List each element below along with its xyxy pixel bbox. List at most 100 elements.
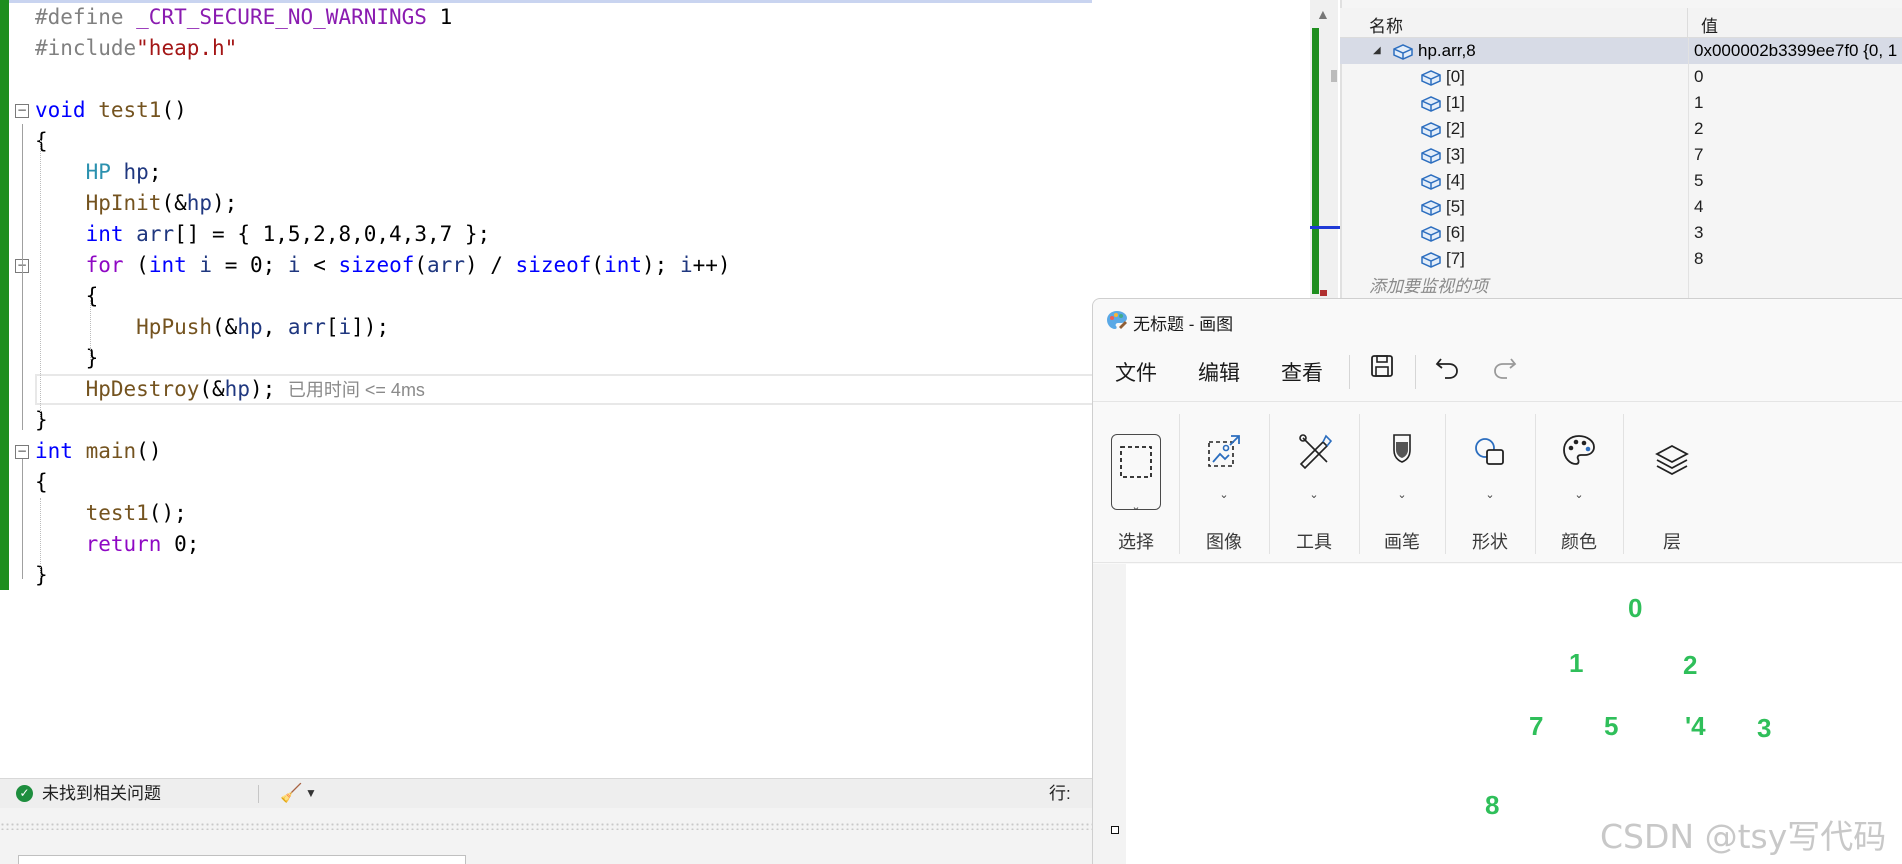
- add-watch-input[interactable]: 添加要监视的项: [1369, 272, 1488, 297]
- watch-item-row[interactable]: [1] 1: [1340, 90, 1902, 116]
- code-line[interactable]: #define _CRT_SECURE_NO_WARNINGS 1: [0, 2, 1092, 33]
- undo-icon[interactable]: [1433, 353, 1461, 386]
- broom-icon[interactable]: 🧹: [280, 779, 302, 808]
- tool-layers[interactable]: 层: [1623, 412, 1721, 557]
- heap-node-4: 5: [1604, 711, 1619, 741]
- canvas-resize-handle[interactable]: [1111, 826, 1119, 834]
- menu-file[interactable]: 文件: [1115, 357, 1157, 387]
- code-line-text: #include"heap.h": [35, 33, 237, 64]
- column-header-name[interactable]: 名称: [1369, 12, 1403, 37]
- indent-guide-main: [40, 498, 41, 578]
- code-token: = 0;: [212, 253, 288, 277]
- code-line[interactable]: − for (int i = 0; i < sizeof(arr) / size…: [0, 250, 1092, 281]
- code-line-text: int arr[] = { 1,5,2,8,0,4,3,7 };: [35, 219, 491, 250]
- menu-edit[interactable]: 编辑: [1198, 357, 1240, 387]
- chevron-down-icon[interactable]: ⌄: [1219, 488, 1228, 501]
- code-line[interactable]: − int main(): [0, 436, 1092, 467]
- code-line[interactable]: HpInit(&hp);: [0, 188, 1092, 219]
- code-token: ]);: [351, 315, 390, 339]
- code-token: (&: [161, 191, 187, 215]
- check-circle-icon: ✓: [16, 785, 33, 802]
- code-token: ,: [262, 315, 288, 339]
- watch-item-value: 0: [1694, 67, 1704, 86]
- code-token: i: [287, 253, 301, 277]
- brush-icon: [1385, 432, 1419, 475]
- chevron-down-icon[interactable]: ⌄: [1485, 488, 1494, 501]
- code-token: int: [148, 253, 187, 277]
- issues-status-text[interactable]: 未找到相关问题: [42, 779, 161, 808]
- watch-item-row[interactable]: [5] 4: [1340, 194, 1902, 220]
- panel-grip[interactable]: [0, 822, 1092, 830]
- fold-toggle-icon[interactable]: −: [15, 445, 29, 459]
- tool-colors[interactable]: ⌄ 颜色: [1535, 412, 1623, 557]
- code-token: i: [199, 253, 213, 277]
- fold-toggle-icon[interactable]: −: [15, 104, 29, 118]
- code-line[interactable]: [0, 64, 1092, 95]
- code-line[interactable]: }: [0, 560, 1092, 591]
- indent-guide-loop: [90, 300, 91, 360]
- watch-item-row[interactable]: [7] 8: [1340, 246, 1902, 272]
- code-line[interactable]: #include"heap.h": [0, 33, 1092, 64]
- code-line[interactable]: {: [0, 467, 1092, 498]
- scroll-up-arrow-icon[interactable]: ▲: [1316, 6, 1330, 22]
- redo-icon[interactable]: [1491, 353, 1519, 386]
- code-line[interactable]: HpDestroy(&hp); 已用时间 <= 4ms: [0, 374, 1092, 405]
- code-line-text: HP hp;: [35, 157, 162, 188]
- chevron-down-icon[interactable]: ⌄: [1131, 500, 1140, 513]
- tool-brush[interactable]: ⌄ 画笔: [1359, 412, 1445, 557]
- code-line[interactable]: − void test1(): [0, 95, 1092, 126]
- watch-item-row[interactable]: [3] 7: [1340, 142, 1902, 168]
- code-line[interactable]: HP hp;: [0, 157, 1092, 188]
- column-separator[interactable]: [1687, 8, 1688, 38]
- code-token: ) /: [464, 253, 516, 277]
- code-token: hp: [224, 377, 250, 401]
- code-line[interactable]: test1();: [0, 498, 1092, 529]
- code-line[interactable]: int arr[] = { 1,5,2,8,0,4,3,7 };: [0, 219, 1092, 250]
- code-line-text: #define _CRT_SECURE_NO_WARNINGS 1: [35, 2, 452, 33]
- code-line[interactable]: }: [0, 405, 1092, 436]
- code-token: hp: [186, 191, 213, 215]
- code-token: (&: [199, 377, 225, 401]
- code-line-text: {: [35, 126, 48, 157]
- tool-select[interactable]: ⌄ 选择: [1093, 412, 1179, 557]
- fold-guide-main: [22, 459, 23, 579]
- save-icon[interactable]: [1369, 353, 1395, 384]
- watch-item-name: [5]: [1446, 197, 1465, 216]
- tool-tools[interactable]: ⌄ 工具: [1269, 412, 1359, 557]
- watch-item-row[interactable]: [4] 5: [1340, 168, 1902, 194]
- code-token: [: [325, 315, 339, 339]
- menu-view[interactable]: 查看: [1281, 357, 1323, 387]
- watch-item-row[interactable]: [2] 2: [1340, 116, 1902, 142]
- code-line[interactable]: {: [0, 281, 1092, 312]
- tool-label-tools: 工具: [1296, 532, 1332, 552]
- heap-node-3: 7: [1529, 711, 1544, 741]
- watch-root-row[interactable]: ◢ hp.arr,8 0x000002b3399ee7f0 {0, 1: [1340, 38, 1902, 64]
- panel-search-input[interactable]: [18, 855, 466, 864]
- watch-item-row[interactable]: [0] 0: [1340, 64, 1902, 90]
- tool-image[interactable]: ⌄ 图像: [1179, 412, 1269, 557]
- scrollbar-thumb[interactable]: [1331, 70, 1337, 82]
- code-token: #define: [35, 5, 137, 29]
- chevron-down-icon[interactable]: ▼: [305, 779, 317, 808]
- chevron-down-icon[interactable]: ⌄: [1574, 488, 1583, 501]
- watch-item-row[interactable]: [6] 3: [1340, 220, 1902, 246]
- code-line[interactable]: }: [0, 343, 1092, 374]
- paint-title-bar[interactable]: 无标题 - 画图: [1093, 299, 1902, 343]
- watch-item-value: 2: [1694, 119, 1704, 138]
- column-header-value[interactable]: 值: [1701, 12, 1718, 37]
- paint-window[interactable]: 无标题 - 画图 文件 编辑 查看 ⌄ 选择 ⌄ 图像 ⌄ 工具 ⌄ 画笔 ⌄ …: [1092, 298, 1902, 864]
- perf-tip-hint[interactable]: 已用时间 <= 4ms: [288, 380, 425, 400]
- chevron-down-icon[interactable]: ⌄: [1309, 488, 1318, 501]
- code-token: );: [642, 253, 680, 277]
- code-line[interactable]: return 0;: [0, 529, 1092, 560]
- code-editor[interactable]: #define _CRT_SECURE_NO_WARNINGS 1 #includ…: [0, 0, 1095, 778]
- code-token: 0;: [161, 532, 200, 556]
- code-line[interactable]: HpPush(&hp, arr[i]);: [0, 312, 1092, 343]
- chevron-down-icon[interactable]: ⌄: [1397, 488, 1406, 501]
- code-line-text: test1();: [35, 498, 187, 529]
- collapse-triangle-icon[interactable]: ◢: [1373, 38, 1381, 64]
- code-line[interactable]: {: [0, 126, 1092, 157]
- tool-shapes[interactable]: ⌄ 形状: [1445, 412, 1535, 557]
